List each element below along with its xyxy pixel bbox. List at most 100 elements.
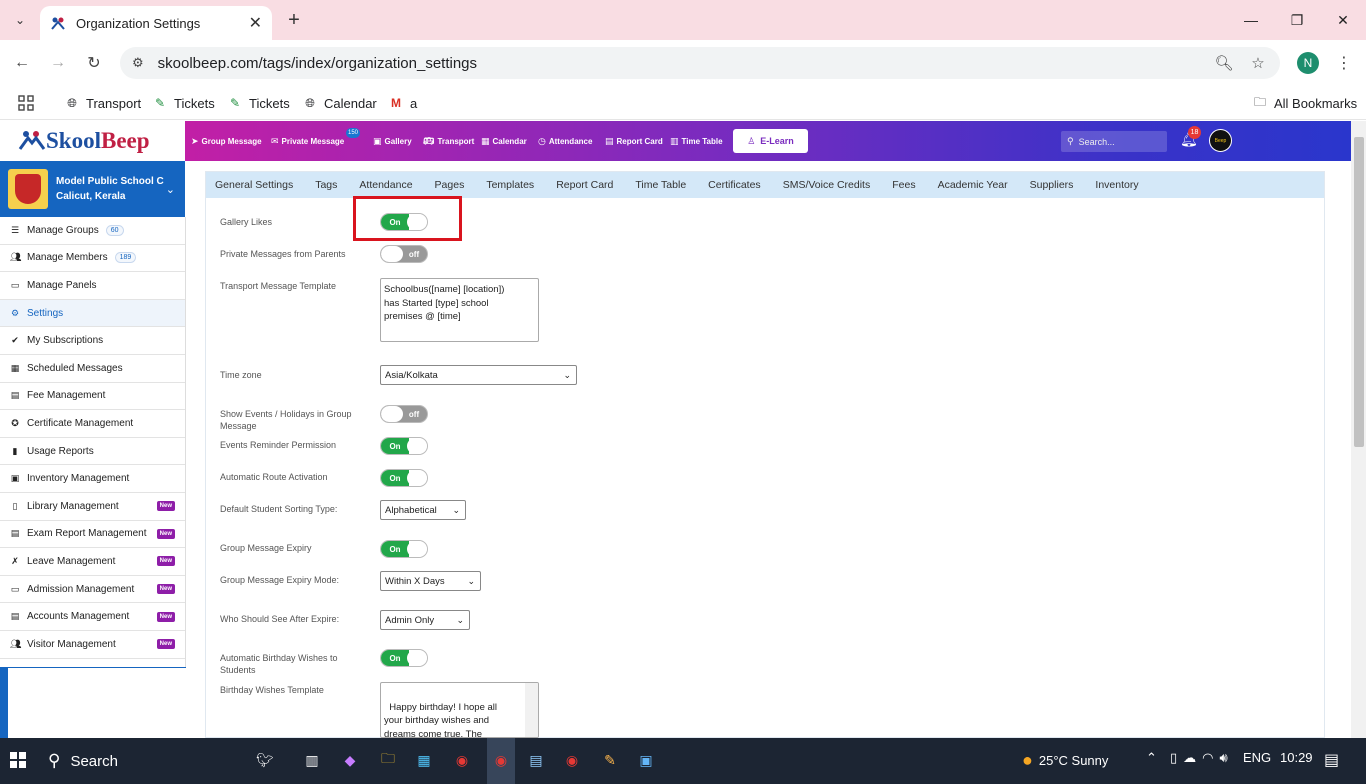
notification-center-icon[interactable]: ▤ [1324, 750, 1339, 770]
nav-attendance[interactable]: ◷ Attendance [538, 121, 592, 161]
tab-close-icon[interactable]: ✕ [249, 13, 262, 33]
sidebar-item-settings[interactable]: ⚙ Settings [0, 299, 185, 328]
elearn-button[interactable]: ♙ E-Learn [733, 129, 808, 153]
tab-templates[interactable]: Templates [486, 179, 534, 191]
sidebar-item-scheduled-messages[interactable]: ▦ Scheduled Messages [0, 355, 185, 383]
tab-search-dropdown[interactable]: ⌄ [8, 8, 32, 32]
header-search-input[interactable]: ⚲ Search... [1061, 131, 1167, 152]
bookmark-star-icon[interactable]: ☆ [1248, 53, 1268, 73]
nav-group-message[interactable]: ➤ Group Message [191, 121, 262, 161]
store-icon[interactable]: ▦ [412, 748, 436, 772]
scrollbar-thumb[interactable] [1354, 137, 1364, 447]
private-messages-toggle[interactable]: off [380, 245, 428, 263]
tab-inventory[interactable]: Inventory [1095, 179, 1138, 191]
tab-certificates[interactable]: Certificates [708, 179, 761, 191]
restore-button[interactable]: ❐ [1274, 0, 1320, 40]
paint-icon[interactable]: ✎ [598, 748, 622, 772]
profile-avatar[interactable]: N [1297, 52, 1319, 74]
photos-icon[interactable]: ▣ [634, 748, 658, 772]
birds-widget-icon[interactable]: 🐦︎ [240, 748, 290, 772]
taskbar-search[interactable]: ⚲ Search [48, 746, 118, 776]
new-tab-button[interactable]: + [282, 8, 306, 32]
tab-attendance[interactable]: Attendance [359, 179, 412, 191]
bookmark-item[interactable]: Ma [388, 92, 417, 114]
show-events-toggle[interactable]: off [380, 405, 428, 423]
sidebar-item-library-management[interactable]: ▯ Library Management New [0, 493, 185, 521]
clock[interactable]: 10:29 [1280, 750, 1313, 765]
browser-tab-active[interactable]: Organization Settings ✕ [40, 6, 272, 40]
nav-gallery[interactable]: ▣ Gallery [373, 121, 412, 161]
tab-pages[interactable]: Pages [435, 179, 465, 191]
school-selector[interactable]: Model Public School C Calicut, Kerala ⌄ [0, 161, 185, 217]
weather-widget[interactable]: ● 25°C Sunny [1022, 750, 1108, 771]
nav-time-table[interactable]: ▥ Time Table [670, 121, 723, 161]
events-reminder-toggle[interactable]: On [380, 437, 428, 455]
sidebar-item-fee-management[interactable]: ▤ Fee Management [0, 383, 185, 411]
back-icon[interactable]: ← [10, 51, 34, 75]
sidebar-item-visitor-management[interactable]: 👥︎ Visitor Management New [0, 631, 185, 659]
all-bookmarks[interactable]: 🗀 All Bookmarks [1252, 92, 1357, 114]
chevron-down-icon[interactable]: ⌄ [166, 183, 175, 196]
auto-route-toggle[interactable]: On [380, 469, 428, 487]
sidebar-item-manage-groups[interactable]: ☰ Manage Groups 60 [0, 217, 185, 245]
tab-report-card[interactable]: Report Card [556, 179, 613, 191]
nav-transport[interactable]: 🚌︎ Transport [423, 121, 474, 161]
tray-overflow-icon[interactable]: ⌃ [1146, 750, 1157, 766]
tab-general-settings[interactable]: General Settings [215, 179, 293, 191]
birthday-template-textarea[interactable]: Happy birthday! I hope all your birthday… [380, 682, 539, 738]
transport-template-textarea[interactable]: Schoolbus([name] [location]) has Started… [380, 278, 539, 342]
sidebar-item-usage-reports[interactable]: ▮ Usage Reports [0, 438, 185, 466]
bookmark-item[interactable]: ✎ Tickets [227, 92, 290, 114]
tab-sms-voice-credits[interactable]: SMS/Voice Credits [783, 179, 871, 191]
gm-expiry-mode-select[interactable]: Within X Days ⌄ [380, 571, 481, 591]
language-indicator[interactable]: ENG [1243, 750, 1271, 765]
tray-icons[interactable]: ▯ ☁ ◠ 🔊︎ [1170, 750, 1228, 766]
reload-icon[interactable]: ↻ [82, 51, 106, 75]
sidebar-item-admission-management[interactable]: ▭ Admission Management New [0, 576, 185, 604]
copilot-icon[interactable]: ◆ [338, 748, 362, 772]
tab-suppliers[interactable]: Suppliers [1030, 179, 1074, 191]
sidebar-item-inventory-management[interactable]: ▣ Inventory Management [0, 465, 185, 493]
textarea-scrollbar[interactable] [525, 683, 538, 737]
sidebar-item-certificate-management[interactable]: ✪ Certificate Management [0, 410, 185, 438]
address-bar[interactable]: ⚙ skoolbeep.com/tags/index/organization_… [120, 47, 1280, 79]
chrome-icon[interactable]: ◉ [450, 748, 474, 772]
windows-start-icon[interactable] [10, 752, 26, 768]
tab-tags[interactable]: Tags [315, 179, 337, 191]
user-avatar[interactable]: Beep [1209, 129, 1232, 152]
nav-calendar[interactable]: ▦ Calendar [481, 121, 527, 161]
chrome-active-icon[interactable]: ◉ [489, 748, 513, 772]
tab-fees[interactable]: Fees [892, 179, 915, 191]
forward-icon[interactable]: → [46, 51, 70, 75]
minimize-button[interactable]: — [1228, 0, 1274, 40]
time-zone-select[interactable]: Asia/Kolkata ⌄ [380, 365, 577, 385]
nav-report-card[interactable]: ▤ Report Card [605, 121, 663, 161]
bookmark-item[interactable]: 🌐︎ Transport [64, 92, 141, 114]
who-see-select[interactable]: Admin Only ⌄ [380, 610, 470, 630]
sidebar-item-exam-report-management[interactable]: ▤ Exam Report Management New [0, 521, 185, 549]
sidebar-item-my-subscriptions[interactable]: ✔ My Subscriptions [0, 327, 185, 355]
sidebar-item-leave-management[interactable]: ✗ Leave Management New [0, 548, 185, 576]
task-view-icon[interactable]: ▥ [300, 748, 324, 772]
bookmark-item[interactable]: ✎ Tickets [152, 92, 215, 114]
sidebar-item-accounts-management[interactable]: ▤ Accounts Management New [0, 603, 185, 631]
close-window-button[interactable]: ✕ [1320, 0, 1366, 40]
sorting-type-select[interactable]: Alphabetical ⌄ [380, 500, 466, 520]
tab-time-table[interactable]: Time Table [635, 179, 686, 191]
browser-menu-icon[interactable]: ⋮ [1334, 51, 1354, 75]
tab-academic-year[interactable]: Academic Year [938, 179, 1008, 191]
site-settings-icon[interactable]: ⚙ [132, 55, 144, 71]
skoolbeep-logo[interactable]: SkoolBeep [0, 121, 185, 161]
nav-private-message[interactable]: ✉ Private Message [271, 121, 344, 161]
chrome-icon[interactable]: ◉ [560, 748, 584, 772]
gm-expiry-toggle[interactable]: On [380, 540, 428, 558]
apps-grid-icon[interactable] [18, 92, 34, 114]
birthday-wishes-toggle[interactable]: On [380, 649, 428, 667]
sidebar-item-manage-members[interactable]: 👥︎ Manage Members 189 [0, 245, 185, 273]
page-scrollbar[interactable] [1351, 121, 1366, 738]
bookmark-item[interactable]: 🌐︎ Calendar [302, 92, 377, 114]
sidebar-item-manage-panels[interactable]: ▭ Manage Panels [0, 272, 185, 300]
notepad-icon[interactable]: ▤ [524, 748, 548, 772]
file-explorer-icon[interactable]: 🗀 [376, 748, 400, 772]
zoom-icon[interactable]: 🔍︎ [1214, 53, 1234, 73]
